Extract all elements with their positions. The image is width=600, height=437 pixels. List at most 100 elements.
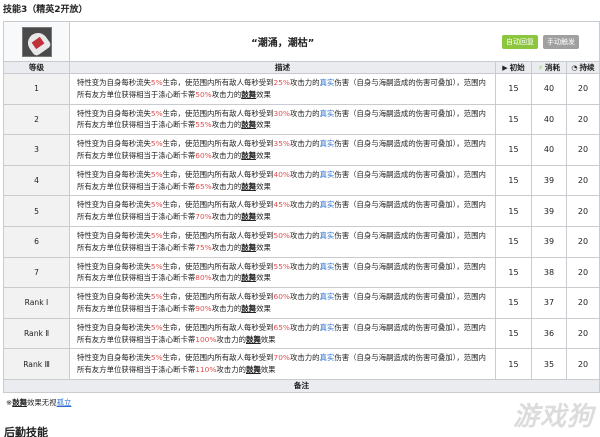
level-cell: 4 <box>3 164 70 197</box>
true-damage-term[interactable]: 真实 <box>320 200 335 209</box>
sp-cost-cell: 36 <box>531 317 567 350</box>
skill-icon-cell <box>3 21 70 62</box>
skill-level-row: 6 特性变为自身每秒流失5%生命，使范围内所有敌人每秒受到50%攻击力的真实伤害（… <box>3 225 600 258</box>
level-cell: Rank Ⅲ <box>3 348 70 380</box>
initial-sp-cell: 15 <box>495 195 532 227</box>
level-cell: 7 <box>3 256 70 289</box>
skill-level-row: 5 特性变为自身每秒流失5%生命，使范围内所有敌人每秒受到45%攻击力的真实伤害（… <box>3 195 600 227</box>
col-desc: 描述 <box>69 61 496 74</box>
damage-value: 50% <box>273 230 290 240</box>
description-cell: 特性变为自身每秒流失5%生命，使范围内所有敌人每秒受到55%攻击力的真实伤害（自… <box>69 256 496 289</box>
description-cell: 特性变为自身每秒流失5%生命，使范围内所有敌人每秒受到65%攻击力的真实伤害（自… <box>69 317 496 350</box>
initial-sp-cell: 15 <box>495 256 532 289</box>
sp-cost-cell: 40 <box>531 103 567 136</box>
boost-term[interactable]: 鼓舞 <box>241 304 256 313</box>
level-cell: 5 <box>3 195 70 227</box>
boost-value: 90% <box>195 303 212 313</box>
boost-term[interactable]: 鼓舞 <box>241 151 256 160</box>
damage-value: 25% <box>273 77 290 87</box>
true-damage-term[interactable]: 真实 <box>320 323 335 332</box>
duration-cell: 20 <box>565 225 600 258</box>
boost-term[interactable]: 鼓舞 <box>241 182 256 191</box>
skill-level-row: Rank Ⅲ 特性变为自身每秒流失5%生命，使范围内所有敌人每秒受到70%攻击力的… <box>3 348 600 380</box>
boost-value: 55% <box>195 120 212 130</box>
duration-cell: 20 <box>565 195 600 227</box>
sp-cost-cell: 39 <box>531 225 567 258</box>
initial-sp-cell: 15 <box>495 164 532 197</box>
true-damage-term[interactable]: 真实 <box>320 78 335 87</box>
skill-level-row: 1 特性变为自身每秒流失5%生命，使范围内所有敌人每秒受到25%攻击力的真实伤害（… <box>3 73 600 105</box>
true-damage-term[interactable]: 真实 <box>320 231 335 240</box>
true-damage-term[interactable]: 真实 <box>320 170 335 179</box>
boost-value: 80% <box>195 273 212 283</box>
description-cell: 特性变为自身每秒流失5%生命，使范围内所有敌人每秒受到35%攻击力的真实伤害（自… <box>69 134 496 166</box>
duration-cell: 20 <box>565 256 600 289</box>
self-hp-loss-value: 5% <box>150 322 163 332</box>
self-hp-loss-value: 5% <box>150 77 163 87</box>
skill-icon <box>21 26 52 57</box>
next-section-title: 后勤技能 <box>4 426 48 437</box>
level-cell: Rank Ⅱ <box>3 317 70 350</box>
sp-cost-cell: 38 <box>531 256 567 289</box>
damage-value: 70% <box>273 353 290 363</box>
initial-sp-cell: 15 <box>495 134 532 166</box>
sp-cost-cell: 39 <box>531 164 567 197</box>
boost-term[interactable]: 鼓舞 <box>241 212 256 221</box>
level-cell: 6 <box>3 225 70 258</box>
col-duration: ◔ 持续 <box>565 61 600 74</box>
description-cell: 特性变为自身每秒流失5%生命，使范围内所有敌人每秒受到60%攻击力的真实伤害（自… <box>69 287 496 319</box>
play-icon: ▶ <box>502 64 508 72</box>
duration-cell: 20 <box>565 103 600 136</box>
true-damage-term[interactable]: 真实 <box>320 139 335 148</box>
true-damage-term[interactable]: 真实 <box>320 262 335 271</box>
boost-value: 110% <box>195 365 217 375</box>
self-hp-loss-value: 5% <box>150 200 163 210</box>
footnote: ※鼓舞效果无视孤立 <box>6 398 72 407</box>
description-cell: 特性变为自身每秒流失5%生命，使范围内所有敌人每秒受到50%攻击力的真实伤害（自… <box>69 225 496 258</box>
self-hp-loss-value: 5% <box>150 139 163 149</box>
initial-sp-cell: 15 <box>495 73 532 105</box>
boost-value: 100% <box>195 334 217 344</box>
self-hp-loss-value: 5% <box>150 108 163 118</box>
boost-term[interactable]: 鼓舞 <box>12 398 27 407</box>
description-cell: 特性变为自身每秒流失5%生命，使范围内所有敌人每秒受到30%攻击力的真实伤害（自… <box>69 103 496 136</box>
damage-value: 65% <box>273 322 290 332</box>
description-cell: 特性变为自身每秒流失5%生命，使范围内所有敌人每秒受到45%攻击力的真实伤害（自… <box>69 195 496 227</box>
column-header-row: 等级 描述 ▶ 初始 ⚡ 消耗 ◔ 持续 <box>3 61 600 74</box>
damage-value: 45% <box>273 200 290 210</box>
boost-value: 70% <box>195 212 212 222</box>
duration-cell: 20 <box>565 348 600 380</box>
damage-value: 60% <box>273 292 290 302</box>
skill-level-row: 4 特性变为自身每秒流失5%生命，使范围内所有敌人每秒受到40%攻击力的真实伤害（… <box>3 164 600 197</box>
col-cost: ⚡ 消耗 <box>531 61 567 74</box>
sp-cost-cell: 40 <box>531 73 567 105</box>
self-hp-loss-value: 5% <box>150 169 163 179</box>
self-hp-loss-value: 5% <box>150 292 163 302</box>
boost-term[interactable]: 鼓舞 <box>241 90 256 99</box>
level-cell: 3 <box>3 134 70 166</box>
duration-cell: 20 <box>565 287 600 319</box>
manual-trigger-badge: 手动触发 <box>543 34 580 49</box>
boost-term[interactable]: 鼓舞 <box>241 273 256 282</box>
true-damage-term[interactable]: 真实 <box>320 109 335 118</box>
boost-term[interactable]: 鼓舞 <box>241 243 256 252</box>
skill-table: “潮涌，潮枯” 自动回复 手动触发 等级 描述 ▶ 初始 ⚡ 消耗 ◔ 持续 1 特性变为… <box>2 21 600 393</box>
initial-sp-cell: 15 <box>495 225 532 258</box>
auto-recovery-badge: 自动回复 <box>502 34 539 49</box>
skill-level-row: 3 特性变为自身每秒流失5%生命，使范围内所有敌人每秒受到35%攻击力的真实伤害（… <box>3 134 600 166</box>
isolation-link[interactable]: 孤立 <box>57 398 72 407</box>
initial-sp-cell: 15 <box>495 317 532 350</box>
level-cell: 1 <box>3 73 70 105</box>
damage-value: 30% <box>273 108 290 118</box>
true-damage-term[interactable]: 真实 <box>320 353 335 362</box>
sp-cost-cell: 37 <box>531 287 567 319</box>
watermark-logo: 游戏狗 <box>512 402 594 432</box>
damage-value: 55% <box>273 261 290 271</box>
boost-term[interactable]: 鼓舞 <box>246 365 261 374</box>
true-damage-term[interactable]: 真实 <box>320 292 335 301</box>
boost-term[interactable]: 鼓舞 <box>246 335 261 344</box>
skill-level-row: 7 特性变为自身每秒流失5%生命，使范围内所有敌人每秒受到55%攻击力的真实伤害（… <box>3 256 600 289</box>
skill-name: “潮涌，潮枯” <box>251 38 315 49</box>
initial-sp-cell: 15 <box>495 348 532 380</box>
boost-term[interactable]: 鼓舞 <box>241 120 256 129</box>
